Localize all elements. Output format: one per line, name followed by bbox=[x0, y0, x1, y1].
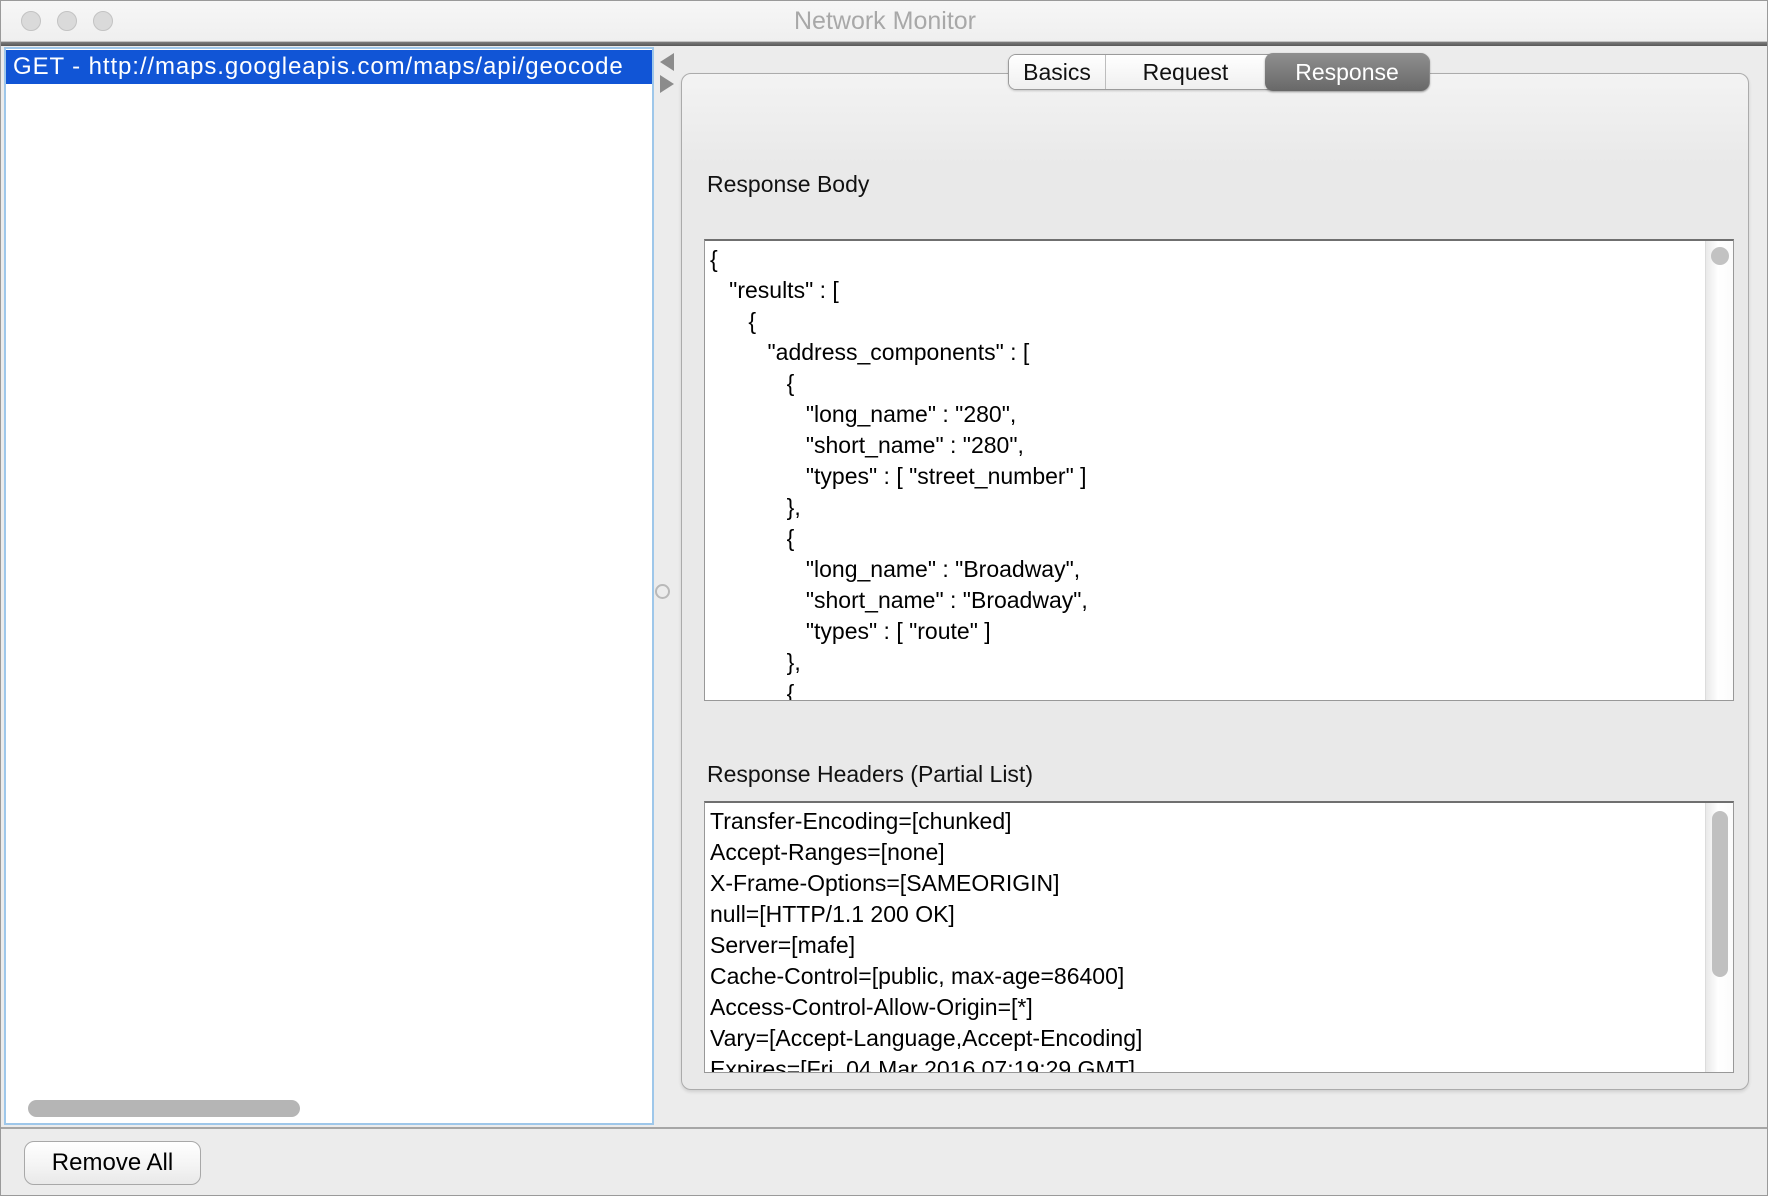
tab-basics[interactable]: Basics bbox=[1009, 55, 1105, 89]
response-headers-scrollbar[interactable] bbox=[1705, 803, 1733, 1072]
window-title: Network Monitor bbox=[1, 7, 1768, 36]
collapse-left-arrow-icon[interactable] bbox=[660, 53, 674, 71]
response-body-text: { "results" : [ { "address_components" :… bbox=[705, 241, 1733, 701]
tab-bar: Basics Request Response bbox=[1008, 54, 1430, 90]
request-list-horizontal-scrollbar[interactable] bbox=[8, 1097, 650, 1121]
split-divider-grip[interactable] bbox=[655, 584, 670, 599]
response-body-textarea[interactable]: { "results" : [ { "address_components" :… bbox=[704, 239, 1734, 701]
expand-right-arrow-icon[interactable] bbox=[660, 75, 674, 93]
network-monitor-window: Network Monitor GET - http://maps.google… bbox=[0, 0, 1768, 1196]
title-bar: Network Monitor bbox=[1, 1, 1768, 41]
scrollbar-thumb[interactable] bbox=[1711, 247, 1729, 265]
scrollbar-thumb[interactable] bbox=[1712, 811, 1728, 977]
request-list-item-selected[interactable]: GET - http://maps.googleapis.com/maps/ap… bbox=[6, 50, 652, 84]
remove-all-button[interactable]: Remove All bbox=[24, 1141, 201, 1185]
response-headers-label: Response Headers (Partial List) bbox=[707, 761, 1033, 788]
response-headers-text: Transfer-Encoding=[chunked] Accept-Range… bbox=[705, 803, 1733, 1073]
split-pane-bottom-border bbox=[1, 1127, 1768, 1129]
tab-request[interactable]: Request bbox=[1105, 55, 1265, 89]
response-body-scrollbar[interactable] bbox=[1705, 241, 1733, 700]
horizontal-scrollbar-thumb[interactable] bbox=[28, 1100, 300, 1117]
request-list[interactable]: GET - http://maps.googleapis.com/maps/ap… bbox=[4, 47, 654, 1125]
response-body-label: Response Body bbox=[707, 171, 869, 198]
tab-response[interactable]: Response bbox=[1265, 53, 1429, 91]
response-headers-textarea[interactable]: Transfer-Encoding=[chunked] Accept-Range… bbox=[704, 801, 1734, 1073]
titlebar-separator bbox=[1, 42, 1768, 46]
